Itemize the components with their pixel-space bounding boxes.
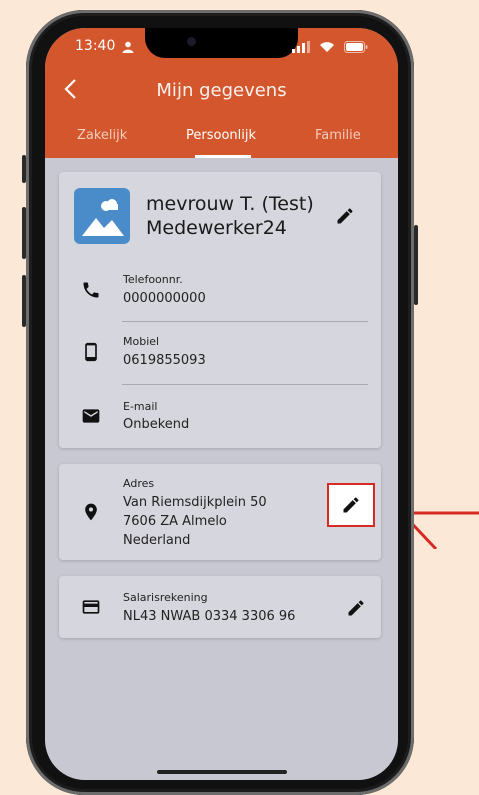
phone-icon [83, 282, 99, 298]
home-indicator[interactable] [157, 770, 287, 774]
mobile-value: 0619855093 [123, 353, 206, 368]
wifi-icon [319, 42, 334, 52]
app-bar: 13:40 Mijn gegevens Zakelijk Persoonlijk… [45, 28, 398, 158]
status-icons [291, 41, 368, 60]
edit-address-button[interactable] [327, 483, 375, 527]
email-label: E-mail [123, 400, 158, 413]
mute-switch [22, 155, 26, 183]
divider [122, 321, 368, 322]
edit-address-pencil-icon[interactable] [341, 495, 361, 515]
volume-down-button [22, 275, 26, 327]
image-placeholder-icon [82, 199, 124, 236]
employee-name-line1: mevrouw T. (Test) [146, 193, 314, 215]
email-icon [82, 409, 100, 423]
active-tab-indicator [195, 155, 251, 158]
cellular-signal-icon [291, 41, 310, 53]
edit-name-pencil-icon[interactable] [335, 206, 355, 226]
page-title: Mijn gegevens [156, 80, 287, 101]
tab-persoonlijk[interactable]: Persoonlijk [186, 128, 256, 143]
profile-card: mevrouw T. (Test) Medewerker24 Telefoonn… [59, 172, 381, 448]
employee-name: mevrouw T. (Test) Medewerker24 [146, 192, 314, 240]
phone-label: Telefoonnr. [123, 273, 183, 286]
mobile-label: Mobiel [123, 335, 160, 348]
address-line1: Van Riemsdijkplein 50 [123, 495, 267, 510]
email-value: Onbekend [123, 417, 190, 432]
tab-familie[interactable]: Familie [315, 128, 361, 143]
smartphone-icon [85, 342, 97, 362]
camera-lens-icon [187, 37, 196, 46]
address-line3: Nederland [123, 533, 191, 548]
bank-account-card: Salarisrekening NL43 NWAB 0334 3306 96 [59, 576, 381, 638]
camera-notch [145, 28, 298, 58]
phone-value: 0000000000 [123, 291, 206, 306]
bank-value: NL43 NWAB 0334 3306 96 [123, 609, 296, 624]
bank-label: Salarisrekening [123, 591, 208, 604]
edit-bank-pencil-icon[interactable] [346, 598, 366, 618]
employee-name-line2: Medewerker24 [146, 217, 287, 239]
power-button [414, 225, 418, 305]
avatar [74, 188, 130, 244]
location-pin-icon [85, 503, 97, 521]
status-time: 13:40 [75, 38, 116, 54]
user-status-icon [122, 41, 134, 53]
volume-up-button [22, 207, 26, 259]
address-label: Adres [123, 477, 155, 490]
address-line2: 7606 ZA Almelo [123, 514, 227, 529]
divider [122, 384, 368, 385]
tab-zakelijk[interactable]: Zakelijk [77, 128, 127, 143]
phone-screen: 13:40 Mijn gegevens Zakelijk Persoonlijk… [45, 28, 398, 780]
credit-card-icon [82, 600, 100, 614]
battery-icon [344, 41, 368, 53]
